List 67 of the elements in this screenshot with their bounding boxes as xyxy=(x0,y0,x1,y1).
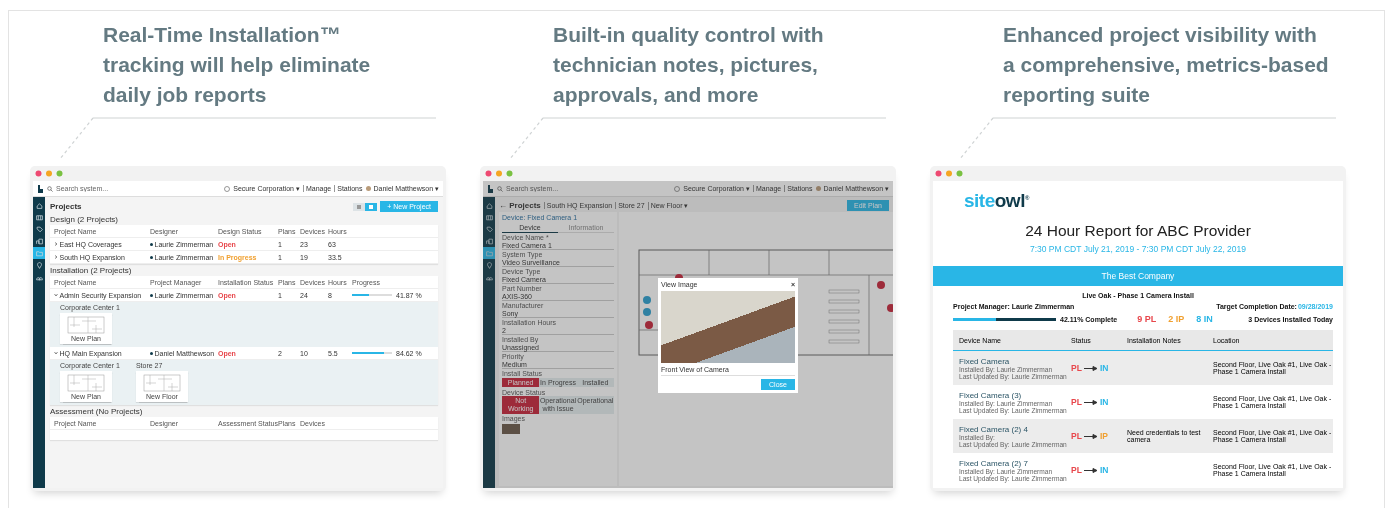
logo: siteowl$^{®}$ xyxy=(964,189,1029,213)
view-toggle-button[interactable] xyxy=(353,202,366,211)
feature-headline: Built-in quality control with technician notes, pictures, approvals, and more xyxy=(553,22,825,108)
logo-icon xyxy=(37,184,44,193)
tag-icon xyxy=(485,225,493,233)
arrow-icon xyxy=(1083,433,1098,439)
help-icon[interactable] xyxy=(674,185,681,192)
floor-plan-thumbnail xyxy=(141,373,182,393)
device-name[interactable]: Fixed Camera (2) 7 xyxy=(959,458,1071,468)
folder-icon xyxy=(35,249,43,257)
status-code: IP xyxy=(1099,431,1108,442)
feature-headline: Real-Time Installation™ tracking will help eliminate daily job reports xyxy=(103,22,372,108)
page-title: Projects xyxy=(50,202,82,211)
pin-icon xyxy=(35,261,43,269)
person-icon xyxy=(150,255,153,259)
status-code: PL xyxy=(1071,465,1082,476)
tag-icon xyxy=(35,225,43,233)
arrow-icon xyxy=(1083,365,1098,371)
person-icon xyxy=(150,351,153,355)
home-icon xyxy=(35,201,43,209)
device-name[interactable]: Fixed Camera (2) 4 xyxy=(959,424,1071,434)
chevron-icon[interactable] xyxy=(54,255,58,259)
status-count: 9 PL xyxy=(1137,314,1157,325)
status-code: IN xyxy=(1099,397,1109,408)
arrow-icon xyxy=(1083,467,1098,473)
buildings-icon xyxy=(485,237,493,245)
map-icon xyxy=(485,213,493,221)
status-code: PL xyxy=(1071,397,1082,408)
search-icon[interactable] xyxy=(497,185,503,192)
list-icon xyxy=(357,204,362,209)
avatar xyxy=(815,186,821,191)
status-code: IN xyxy=(1099,465,1109,476)
company-banner: The Best Company xyxy=(933,266,1343,287)
floor-plan-thumbnail xyxy=(66,315,106,335)
search-icon[interactable] xyxy=(47,185,53,192)
chevron-icon[interactable] xyxy=(54,242,58,246)
pin-icon xyxy=(485,261,493,269)
map-icon xyxy=(35,213,43,221)
grid-icon xyxy=(369,204,374,209)
chevron-icon[interactable] xyxy=(54,351,58,355)
section-title: Assessment (No Projects) xyxy=(50,407,144,416)
feature-headline: Enhanced project visibility with a comprehensive, metrics-based reporting suite xyxy=(1003,22,1330,108)
device-name[interactable]: Fixed Camera (3) xyxy=(959,390,1071,400)
report-title: 24 Hour Report for ABC Provider xyxy=(1024,222,1252,241)
status-code: PL xyxy=(1071,431,1082,442)
logo-icon xyxy=(487,184,494,193)
section-title: Design (2 Projects) xyxy=(50,215,120,224)
section-title: Installation (2 Projects) xyxy=(50,266,133,275)
status-code: IN xyxy=(1099,363,1109,374)
device-name[interactable]: Fixed Camera xyxy=(959,356,1071,366)
avatar xyxy=(365,186,371,191)
arrow-icon xyxy=(1083,399,1098,405)
chevron-icon[interactable] xyxy=(54,293,58,297)
back-link[interactable]: ← Projects xyxy=(499,201,541,210)
status-code: PL xyxy=(1071,363,1082,374)
status-count: 8 IN xyxy=(1196,314,1213,325)
view-toggle-button[interactable] xyxy=(365,202,378,211)
home-icon xyxy=(485,201,493,209)
buildings-icon xyxy=(35,237,43,245)
person-icon xyxy=(150,293,153,297)
help-icon[interactable] xyxy=(224,185,231,192)
photo-placeholder[interactable] xyxy=(502,423,520,434)
status-count: 2 IP xyxy=(1168,314,1185,325)
report-period: 7:30 PM CDT July 21, 2019 - 7:30 PM CDT July 22, 2019 xyxy=(1028,244,1248,255)
folder-icon xyxy=(485,249,493,257)
person-icon xyxy=(150,242,153,246)
floor-plan-thumbnail xyxy=(66,373,106,393)
